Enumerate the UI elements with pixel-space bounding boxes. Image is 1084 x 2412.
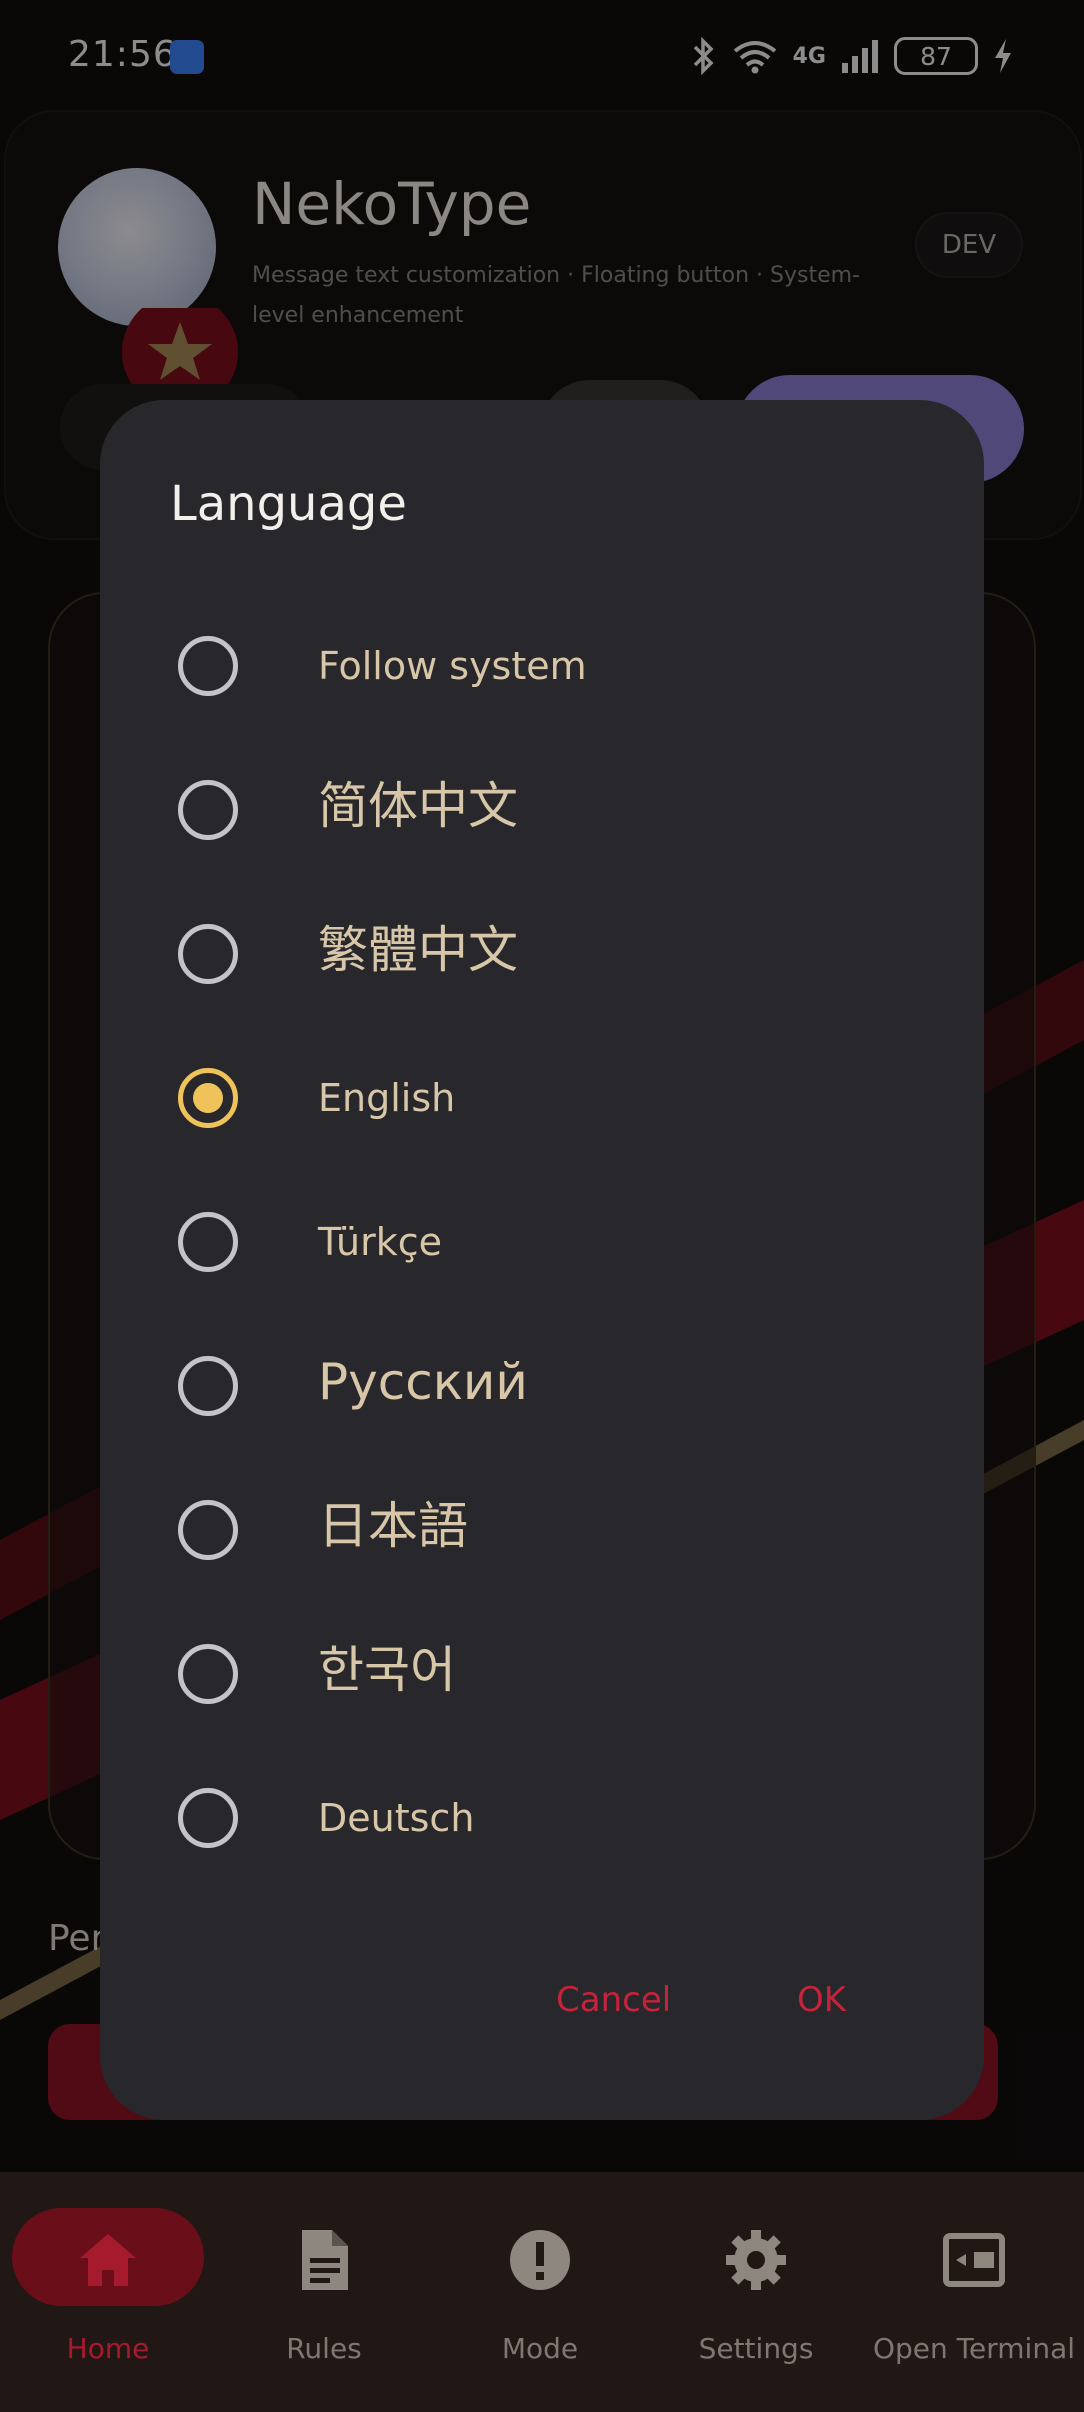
language-option-simplified-chinese[interactable]: 简体中文 (100, 738, 984, 882)
nav-label: Mode (501, 2332, 579, 2365)
option-label: Türkçe (318, 1220, 442, 1264)
radio-button-selected[interactable] (178, 1068, 238, 1128)
language-option-turkish[interactable]: Türkçe (100, 1170, 984, 1314)
option-label: 日本語 (318, 1497, 468, 1555)
language-option-japanese[interactable]: 日本語 (100, 1458, 984, 1602)
radio-button[interactable] (178, 1644, 238, 1704)
option-label: 繁體中文 (318, 921, 518, 979)
radio-button[interactable] (178, 636, 238, 696)
alert-icon (510, 2230, 570, 2290)
radio-button[interactable] (178, 924, 238, 984)
nav-item-settings[interactable]: Settings (648, 2172, 864, 2412)
gear-icon (726, 2230, 786, 2290)
bottom-navigation: Home Rules Mode Settings Open Terminal (0, 2172, 1084, 2412)
radio-button[interactable] (178, 1356, 238, 1416)
radio-button[interactable] (178, 1788, 238, 1848)
language-option-english[interactable]: English (100, 1026, 984, 1170)
dialog-title: Language (170, 476, 407, 532)
option-label: Deutsch (318, 1796, 475, 1840)
option-label: 한국어 (318, 1641, 456, 1699)
language-dialog: Language Follow system 简体中文 繁體中文 English… (100, 400, 984, 2120)
terminal-icon (943, 2233, 1005, 2287)
nav-item-home[interactable]: Home (0, 2172, 216, 2412)
option-label: Русский (318, 1353, 528, 1411)
nav-label: Open Terminal (872, 2332, 1075, 2365)
radio-selected-dot (193, 1083, 223, 1113)
language-option-korean[interactable]: 한국어 (100, 1602, 984, 1746)
option-label: English (318, 1076, 456, 1120)
language-option-russian[interactable]: Русский (100, 1314, 984, 1458)
nav-label: Home (66, 2332, 150, 2365)
option-label: 简体中文 (318, 777, 518, 835)
language-option-follow-system[interactable]: Follow system (100, 594, 984, 738)
home-icon (80, 2234, 136, 2286)
nav-item-rules[interactable]: Rules (216, 2172, 432, 2412)
language-options: Follow system 简体中文 繁體中文 English Türkçe Р… (100, 594, 984, 1890)
option-label: Follow system (318, 644, 587, 688)
nav-item-open-terminal[interactable]: Open Terminal (864, 2172, 1084, 2412)
dialog-actions: Cancel OK (100, 1980, 984, 2040)
radio-button[interactable] (178, 1212, 238, 1272)
language-option-traditional-chinese[interactable]: 繁體中文 (100, 882, 984, 1026)
document-icon (302, 2230, 348, 2290)
nav-item-mode[interactable]: Mode (432, 2172, 648, 2412)
radio-button[interactable] (178, 1500, 238, 1560)
cancel-button[interactable]: Cancel (556, 1980, 671, 2020)
nav-label: Rules (286, 2332, 362, 2365)
ok-button[interactable]: OK (797, 1980, 846, 2020)
nav-label: Settings (698, 2332, 814, 2365)
language-option-german[interactable]: Deutsch (100, 1746, 984, 1890)
radio-button[interactable] (178, 780, 238, 840)
